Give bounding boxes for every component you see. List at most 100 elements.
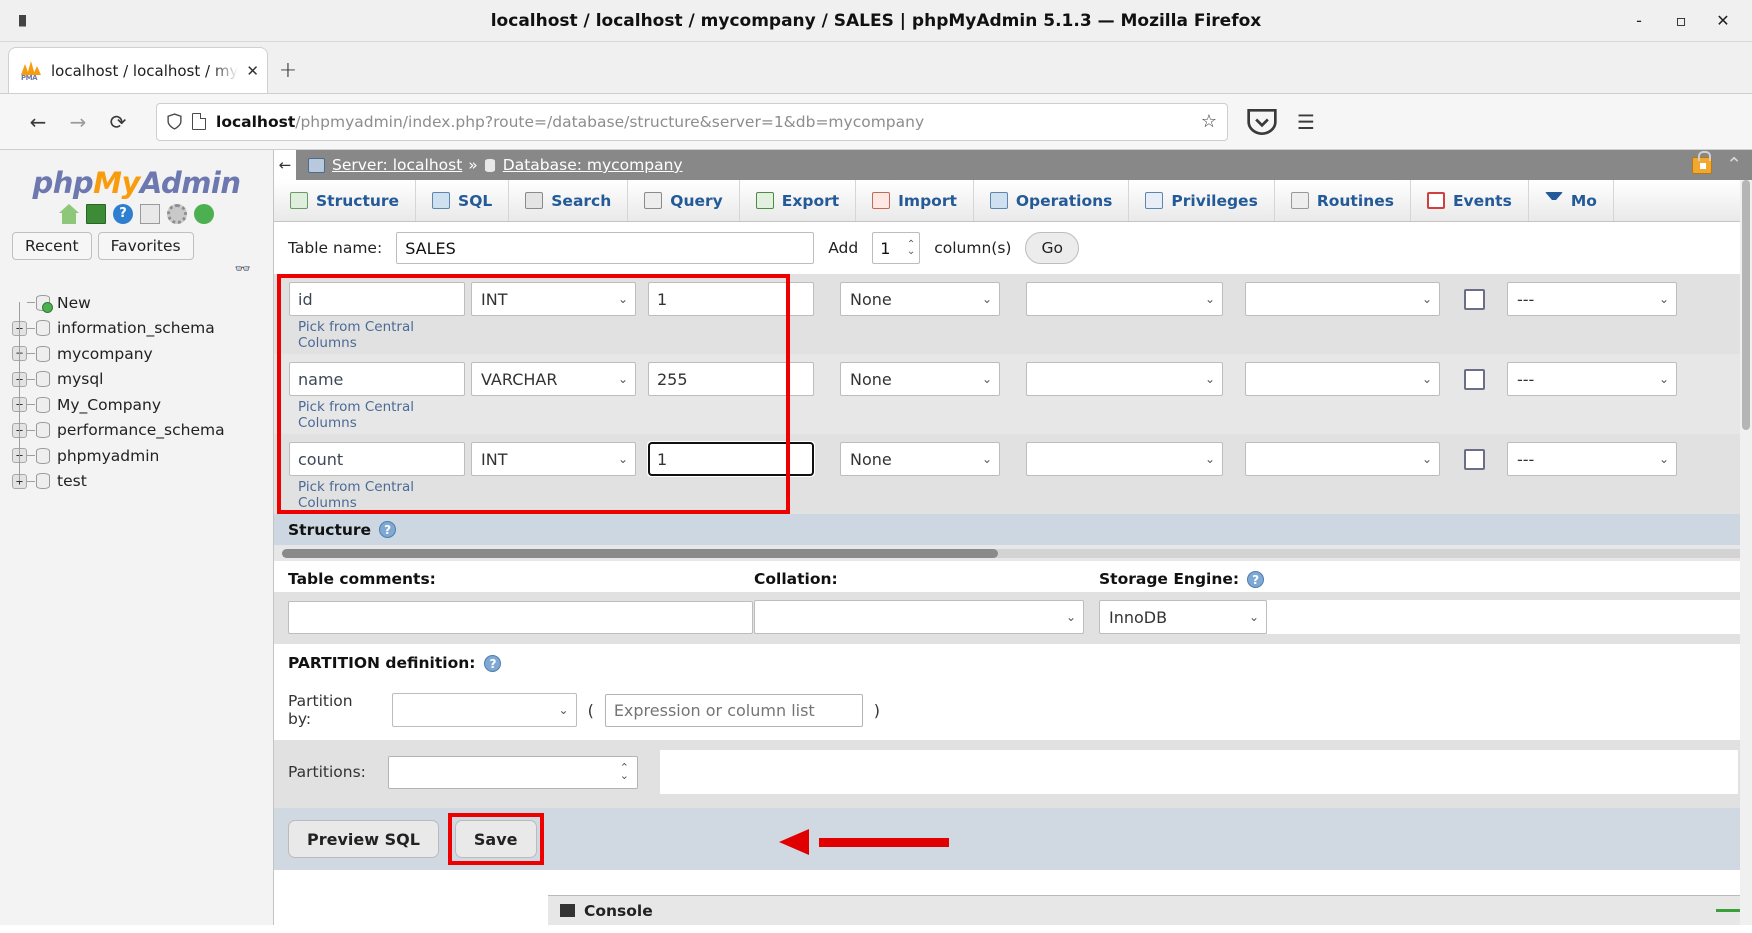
column-name-input[interactable]: [289, 362, 465, 396]
bookmark-star-icon[interactable]: ☆: [1193, 111, 1217, 132]
column-index-select[interactable]: ---⌄: [1507, 362, 1677, 396]
reload-button[interactable]: ⟳: [98, 102, 138, 142]
browser-tab[interactable]: PMA localhost / localhost / mycompany / …: [8, 47, 268, 93]
partition-by-select[interactable]: ⌄: [392, 693, 577, 727]
column-index-select[interactable]: ---⌄: [1507, 442, 1677, 476]
table-comments-input[interactable]: [288, 601, 753, 634]
storage-engine-select[interactable]: InnoDB⌄: [1099, 600, 1267, 634]
pick-from-central-columns-link[interactable]: Pick from Central Columns: [298, 319, 459, 351]
column-length-input[interactable]: [648, 362, 814, 396]
column-collation-select[interactable]: ⌄: [1026, 362, 1223, 396]
column-name-input[interactable]: [289, 282, 465, 316]
minimize-button[interactable]: -: [1618, 0, 1660, 42]
column-null-checkbox[interactable]: [1464, 369, 1485, 390]
column-default-select[interactable]: None⌄: [840, 282, 1000, 316]
column-null-checkbox[interactable]: [1464, 289, 1485, 310]
tab-close-icon[interactable]: ✕: [246, 62, 259, 80]
structure-horizontal-scrollbar[interactable]: [274, 545, 1752, 561]
forward-button[interactable]: →: [58, 102, 98, 142]
list-item[interactable]: + performance_schema: [12, 418, 273, 444]
app-menu-icon[interactable]: ☰: [1286, 102, 1326, 142]
list-item[interactable]: + phpmyadmin: [12, 443, 273, 469]
breadcrumb-server[interactable]: Server: localhost: [308, 156, 462, 174]
tab-more[interactable]: Mo: [1529, 180, 1614, 221]
docs-icon[interactable]: [140, 204, 160, 224]
column-collation-select[interactable]: ⌄: [1026, 282, 1223, 316]
partitions-count-stepper[interactable]: ⌃⌄: [388, 756, 638, 789]
add-columns-stepper[interactable]: 1 ⌃⌄: [872, 232, 920, 264]
scrollbar-thumb[interactable]: [282, 549, 998, 558]
favorites-button[interactable]: Favorites: [98, 232, 194, 260]
pocket-icon[interactable]: [1242, 102, 1282, 142]
pick-from-central-columns-link[interactable]: Pick from Central Columns: [298, 479, 459, 511]
stepper-arrows-icon[interactable]: ⌃⌄: [620, 764, 629, 780]
tab-privileges[interactable]: Privileges: [1129, 180, 1274, 221]
column-collation-select[interactable]: ⌄: [1026, 442, 1223, 476]
url-bar[interactable]: localhost/phpmyadmin/index.php?route=/da…: [156, 103, 1228, 141]
help-icon[interactable]: ?: [1247, 571, 1264, 588]
main-vertical-scrollbar[interactable]: [1740, 180, 1752, 925]
column-name-input[interactable]: [289, 442, 465, 476]
tab-query[interactable]: Query: [628, 180, 739, 221]
list-item[interactable]: + My_Company: [12, 392, 273, 418]
list-item[interactable]: + mysql: [12, 367, 273, 393]
column-null-checkbox[interactable]: [1464, 449, 1485, 470]
console-bar[interactable]: Console: [548, 895, 1752, 925]
list-item[interactable]: + information_schema: [12, 316, 273, 342]
maximize-button[interactable]: ▫: [1660, 0, 1702, 42]
reload-icon[interactable]: [194, 204, 214, 224]
column-index-select[interactable]: ---⌄: [1507, 282, 1677, 316]
breadcrumb-back-button[interactable]: ←: [274, 150, 296, 180]
breadcrumb-database[interactable]: Database: mycompany: [484, 156, 683, 174]
browser-tabstrip: PMA localhost / localhost / mycompany / …: [0, 42, 1752, 94]
unlock-icon[interactable]: [1692, 157, 1712, 174]
help-icon[interactable]: ?: [484, 655, 501, 672]
new-tab-button[interactable]: +: [268, 47, 308, 93]
scrollbar-track[interactable]: [282, 549, 1744, 558]
column-length-input[interactable]: [648, 442, 814, 476]
stepper-arrows-icon[interactable]: ⌃⌄: [907, 241, 915, 255]
page-info-icon[interactable]: [192, 113, 206, 130]
close-button[interactable]: ✕: [1702, 0, 1744, 42]
logout-icon[interactable]: [86, 204, 106, 224]
preview-sql-button[interactable]: Preview SQL: [288, 820, 439, 858]
recent-button[interactable]: Recent: [12, 232, 92, 260]
table-name-input[interactable]: [396, 232, 814, 264]
tab-events[interactable]: Events: [1411, 180, 1529, 221]
list-item[interactable]: + test: [12, 469, 273, 495]
column-type-select[interactable]: INT⌄: [471, 442, 636, 476]
save-button[interactable]: Save: [455, 820, 537, 858]
scrollbar-thumb[interactable]: [1742, 180, 1750, 430]
back-button[interactable]: ←: [18, 102, 58, 142]
console-minimize-icon[interactable]: [1716, 909, 1740, 912]
column-attributes-select[interactable]: ⌄: [1245, 362, 1440, 396]
pick-from-central-columns-link[interactable]: Pick from Central Columns: [298, 399, 459, 431]
tab-routines[interactable]: Routines: [1275, 180, 1411, 221]
tab-operations[interactable]: Operations: [974, 180, 1130, 221]
tab-structure[interactable]: Structure: [274, 180, 416, 221]
list-item[interactable]: New: [12, 290, 273, 316]
partition-expression-input[interactable]: [605, 694, 863, 727]
clock-icon: [1427, 192, 1445, 209]
phpmyadmin-logo[interactable]: phpMyAdmin: [0, 166, 273, 200]
column-default-select[interactable]: None⌄: [840, 442, 1000, 476]
column-type-select[interactable]: INT⌄: [471, 282, 636, 316]
list-item[interactable]: − mycompany: [12, 341, 273, 367]
link-with-main-panel-icon[interactable]: 👓: [235, 262, 249, 277]
column-length-input[interactable]: [648, 282, 814, 316]
collation-select[interactable]: ⌄: [754, 600, 1084, 634]
go-button[interactable]: Go: [1025, 232, 1079, 264]
settings-icon[interactable]: [167, 204, 187, 224]
help-icon[interactable]: ?: [379, 521, 396, 538]
help-icon[interactable]: ?: [113, 204, 133, 224]
tab-sql[interactable]: SQL: [416, 180, 509, 221]
tab-export[interactable]: Export: [740, 180, 856, 221]
column-type-select[interactable]: VARCHAR⌄: [471, 362, 636, 396]
tab-import[interactable]: Import: [856, 180, 974, 221]
column-attributes-select[interactable]: ⌄: [1245, 442, 1440, 476]
column-attributes-select[interactable]: ⌄: [1245, 282, 1440, 316]
tab-search[interactable]: Search: [509, 180, 628, 221]
column-default-select[interactable]: None⌄: [840, 362, 1000, 396]
home-icon[interactable]: [59, 204, 79, 224]
collapse-navigation-icon[interactable]: ⌃: [1726, 159, 1742, 171]
